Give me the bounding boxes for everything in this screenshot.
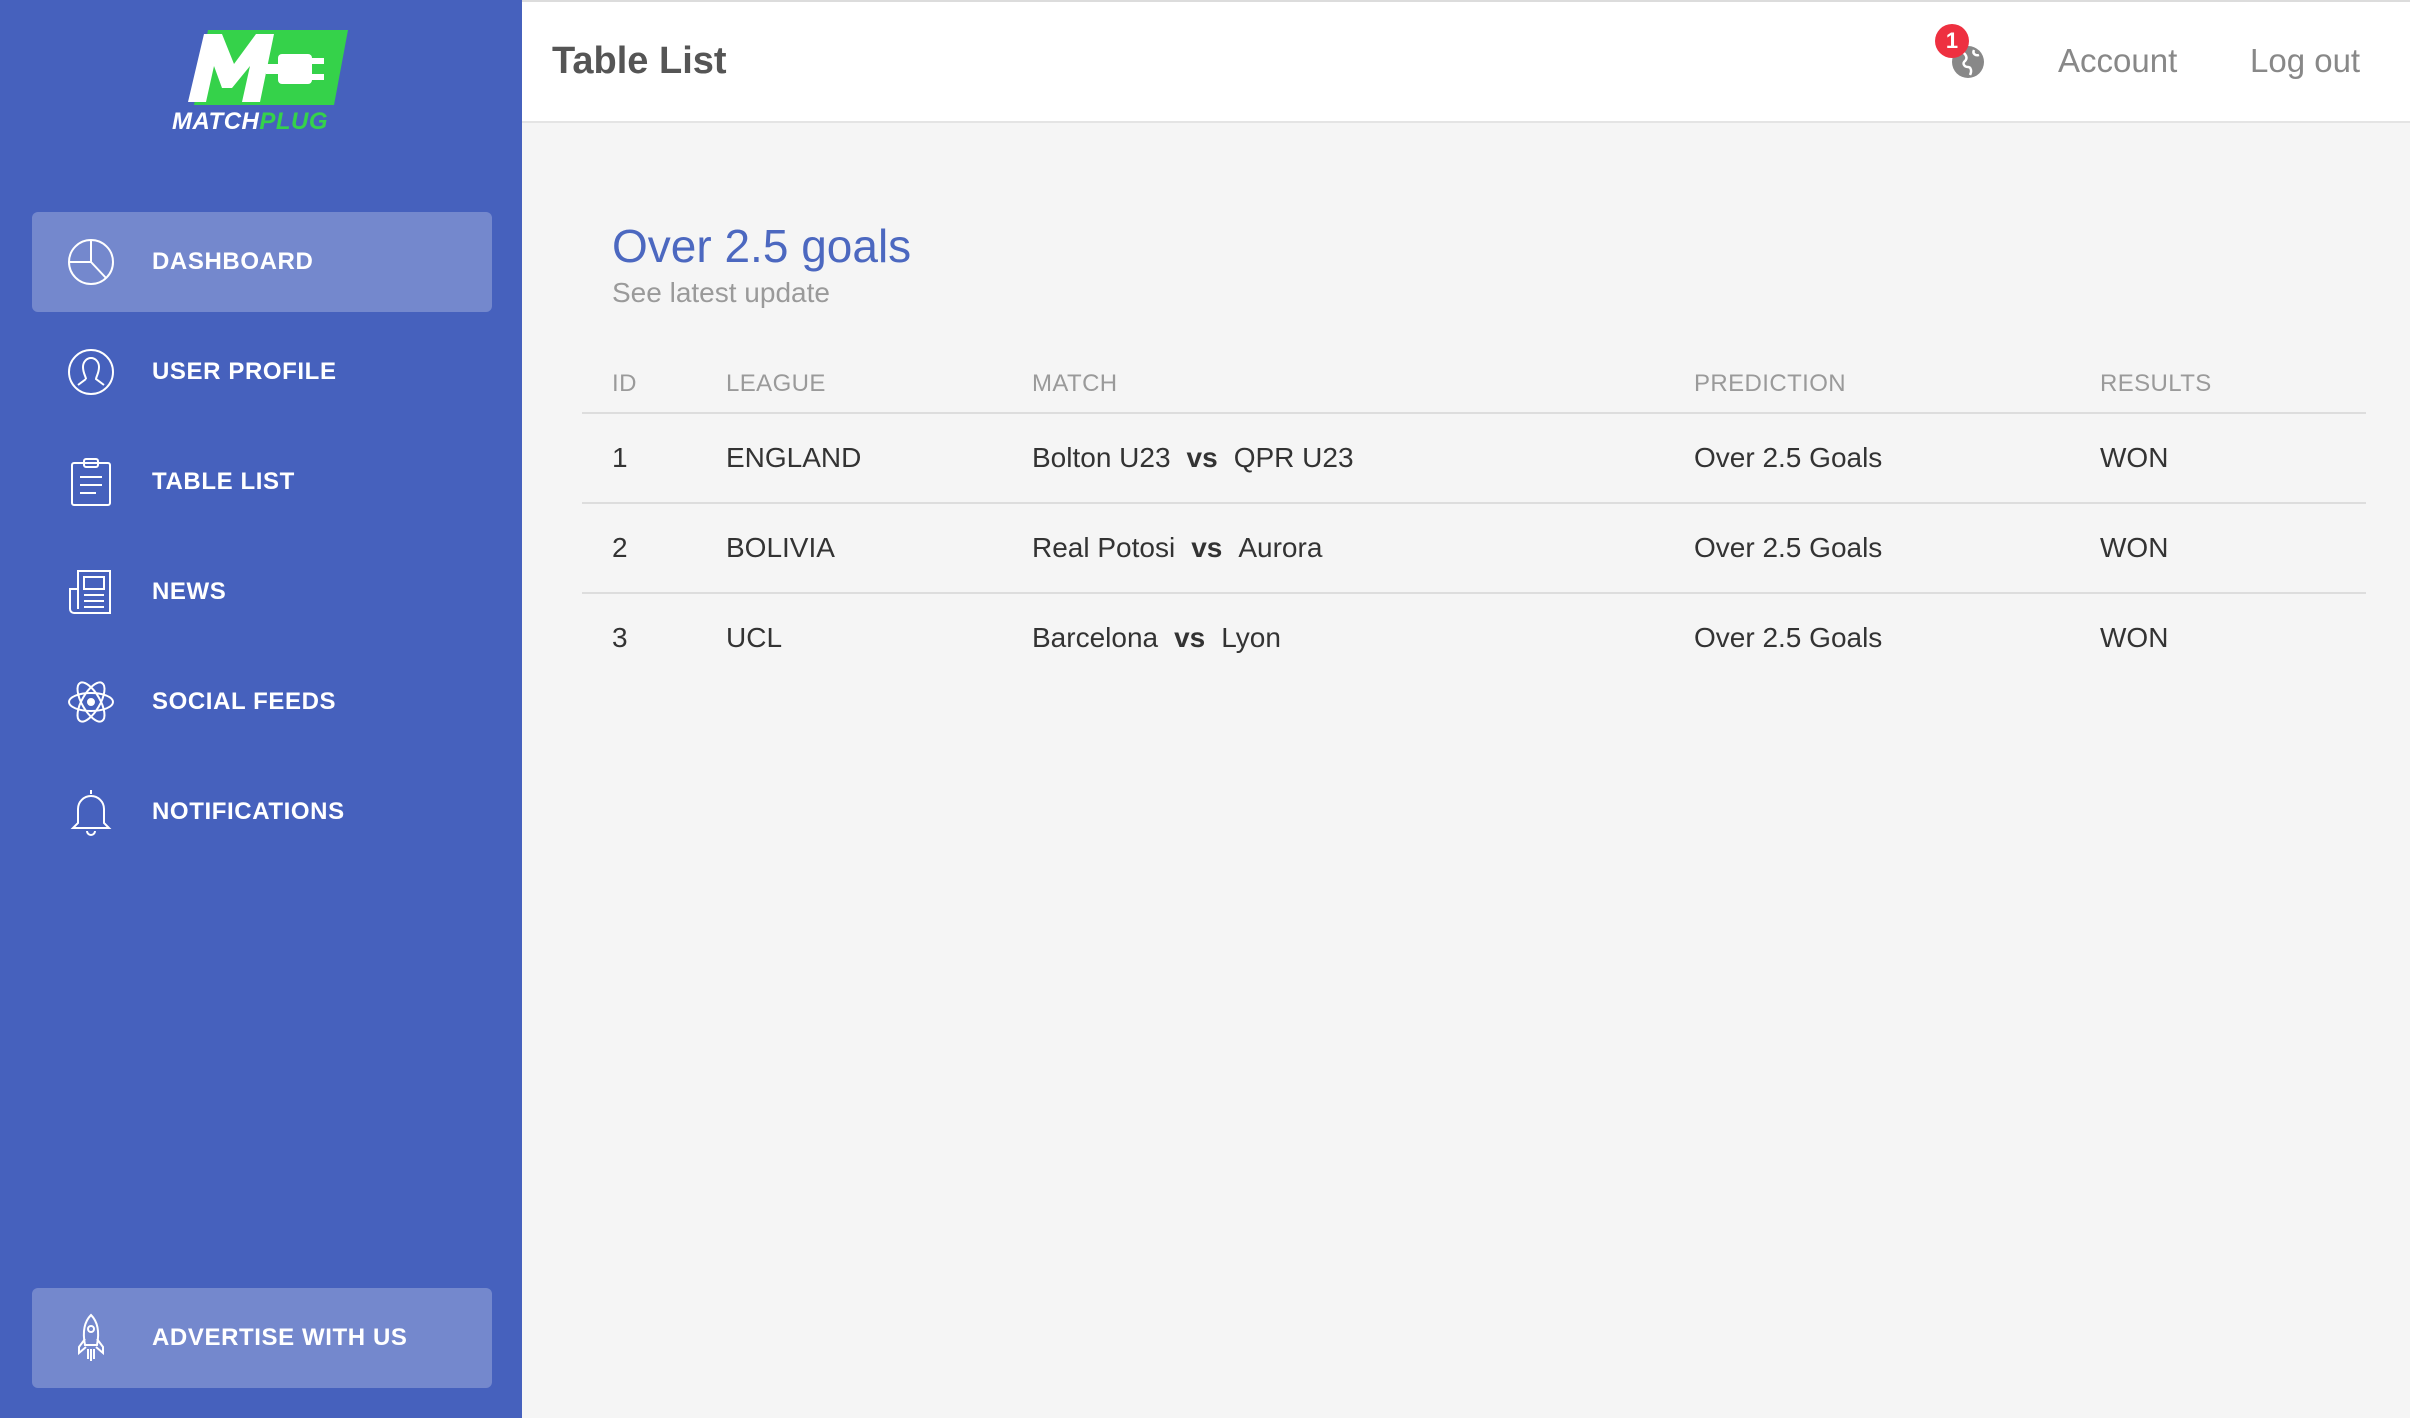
column-header-id[interactable]: ID: [612, 370, 637, 398]
predictions-table: ID LEAGUE MATCH PREDICTION RESULTS 1 ENG…: [582, 348, 2366, 684]
sidebar-item-label: USER PROFILE: [152, 358, 337, 385]
sidebar-nav: DASHBOARD USER PROFILE TABLE LIST NEWS S…: [32, 212, 492, 872]
advertise-label: ADVERTISE WITH US: [152, 1324, 408, 1351]
cell-league: ENGLAND: [726, 442, 862, 473]
match-away-team: Lyon: [1221, 622, 1281, 653]
rocket-icon: [66, 1313, 116, 1363]
user-icon: [66, 347, 116, 397]
sidebar-item-label: NEWS: [152, 578, 227, 605]
cell-match: Bolton U23 vs QPR U23: [1032, 442, 1354, 474]
match-home-team: Real Potosi: [1032, 532, 1176, 563]
table-row[interactable]: 3 UCL Barcelona vs Lyon Over 2.5 Goals WON: [582, 594, 2366, 684]
logo-text-plug: PLUG: [259, 108, 329, 135]
cell-league: UCL: [726, 622, 783, 653]
column-header-prediction[interactable]: PREDICTION: [1694, 370, 1846, 398]
cell-prediction: Over 2.5 Goals: [1694, 442, 1883, 473]
atom-icon: [66, 677, 116, 727]
bell-icon: [66, 787, 116, 837]
sidebar: MATCHPLUG DASHBOARD USER PROFILE TABLE L…: [0, 0, 522, 1418]
logo-wordmark: MATCHPLUG: [172, 108, 328, 136]
advertise-button[interactable]: ADVERTISE WITH US: [32, 1288, 492, 1388]
page-title: Table List: [552, 40, 727, 82]
sidebar-item-label: SOCIAL FEEDS: [152, 688, 337, 715]
clipboard-icon: [66, 457, 116, 507]
sidebar-item-label: TABLE LIST: [152, 468, 295, 495]
sidebar-item-news[interactable]: NEWS: [32, 542, 492, 642]
match-home-team: Bolton U23: [1032, 442, 1171, 473]
cell-result: WON: [2100, 622, 2169, 653]
sidebar-item-user-profile[interactable]: USER PROFILE: [32, 322, 492, 422]
section-subtitle: See latest update: [612, 277, 830, 308]
match-away-team: Aurora: [1238, 532, 1323, 563]
match-vs: vs: [1191, 532, 1223, 563]
table-header: ID LEAGUE MATCH PREDICTION RESULTS: [582, 348, 2366, 414]
sidebar-item-dashboard[interactable]: DASHBOARD: [32, 212, 492, 312]
cell-match: Real Potosi vs Aurora: [1032, 532, 1322, 564]
match-home-team: Barcelona: [1032, 622, 1159, 653]
cell-id: 2: [612, 532, 628, 563]
match-vs: vs: [1186, 442, 1218, 473]
cell-prediction: Over 2.5 Goals: [1694, 622, 1883, 653]
cell-id: 3: [612, 622, 628, 653]
column-header-league[interactable]: LEAGUE: [726, 370, 826, 398]
sidebar-item-notifications[interactable]: NOTIFICATIONS: [32, 762, 492, 862]
cell-result: WON: [2100, 532, 2169, 563]
logo[interactable]: MATCHPLUG: [170, 30, 350, 140]
notification-badge: 1: [1935, 24, 1969, 58]
sidebar-item-social-feeds[interactable]: SOCIAL FEEDS: [32, 652, 492, 752]
column-header-results[interactable]: RESULTS: [2100, 370, 2212, 398]
table-row[interactable]: 2 BOLIVIA Real Potosi vs Aurora Over 2.5 G…: [582, 504, 2366, 594]
pie-chart-icon: [66, 237, 116, 287]
sidebar-item-label: NOTIFICATIONS: [152, 798, 345, 825]
cell-league: BOLIVIA: [726, 532, 835, 563]
table-row[interactable]: 1 ENGLAND Bolton U23 vs QPR U23 Over 2.5 G…: [582, 414, 2366, 504]
top-header: Table List 1 Account Log out: [522, 0, 2410, 123]
app: MATCHPLUG DASHBOARD USER PROFILE TABLE L…: [0, 0, 2410, 1418]
matchplug-logo-icon: [188, 30, 348, 105]
cell-result: WON: [2100, 442, 2169, 473]
column-header-match[interactable]: MATCH: [1032, 370, 1118, 398]
newspaper-icon: [66, 567, 116, 617]
cell-id: 1: [612, 442, 628, 473]
account-link[interactable]: Account: [2058, 42, 2177, 80]
logo-text-match: MATCH: [172, 108, 260, 135]
section-title: Over 2.5 goals: [612, 220, 912, 272]
match-vs: vs: [1174, 622, 1206, 653]
logout-link[interactable]: Log out: [2250, 42, 2360, 80]
cell-match: Barcelona vs Lyon: [1032, 622, 1281, 654]
match-away-team: QPR U23: [1233, 442, 1354, 473]
sidebar-item-label: DASHBOARD: [152, 248, 314, 275]
cell-prediction: Over 2.5 Goals: [1694, 532, 1883, 563]
sidebar-item-table-list[interactable]: TABLE LIST: [32, 432, 492, 532]
